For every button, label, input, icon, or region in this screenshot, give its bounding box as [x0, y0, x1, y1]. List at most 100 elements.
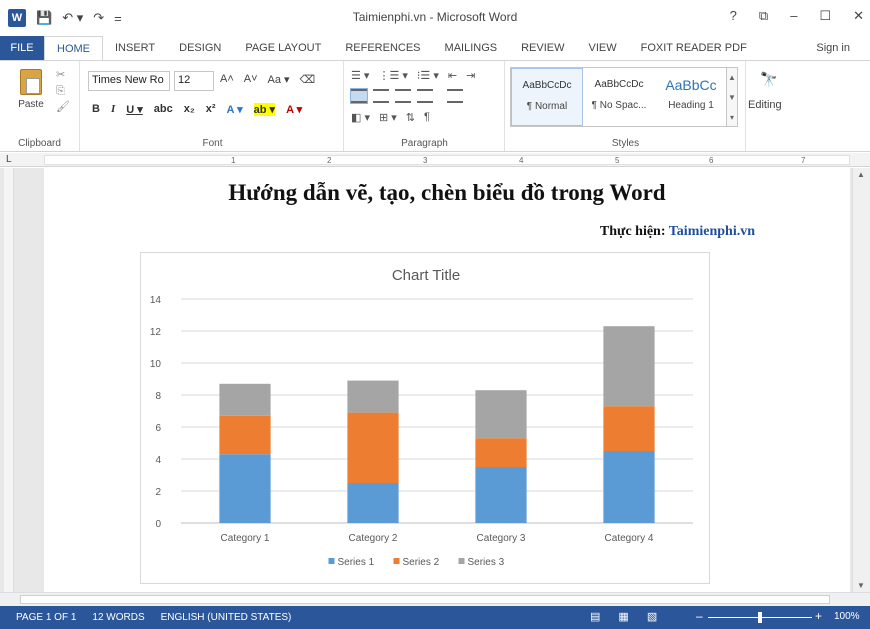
stacked-column-chart[interactable]: Chart Title 0 2 4 6 8 10 12 14 Category 1 Category…	[140, 252, 710, 584]
numbering-button[interactable]: ⋮☰ ▾	[378, 69, 407, 82]
zoom-slider-knob[interactable]	[758, 612, 762, 623]
font-size-select[interactable]: 12	[174, 71, 214, 91]
tab-mailings[interactable]: MAILINGS	[433, 36, 510, 60]
decrease-indent-icon[interactable]: ⇤	[448, 69, 457, 82]
multilevel-list-button[interactable]: ⁝☰ ▾	[417, 69, 439, 82]
horizontal-scrollbar[interactable]	[0, 592, 870, 606]
copy-icon[interactable]: ⎘	[56, 83, 70, 99]
vertical-ruler[interactable]	[4, 168, 14, 592]
tab-file[interactable]: FILE	[0, 36, 44, 60]
ribbon-display-icon[interactable]: ⧉	[759, 8, 768, 24]
bar-segment	[475, 438, 527, 467]
align-left-icon[interactable]	[350, 88, 368, 104]
minimize-icon[interactable]: –	[790, 8, 797, 24]
editing-button[interactable]: Editing	[748, 99, 782, 111]
underline-button[interactable]: U ▾	[126, 103, 143, 116]
quick-access-toolbar: W 💾 ↶ ▾ ↷ =	[0, 0, 122, 36]
line-spacing-icon[interactable]	[447, 89, 463, 103]
zoom-out-button[interactable]: –	[696, 609, 703, 623]
paragraph-group: ☰ ▾ ⋮☰ ▾ ⁝☰ ▾ ⇤ ⇥ ◧ ▾ ⊞ ▾ ⇅ ¶ Paragraph	[345, 61, 505, 151]
y-tick-label: 12	[150, 327, 162, 338]
styles-scroll-icon[interactable]: ▲ ▼ ▾	[726, 67, 738, 127]
save-icon[interactable]: 💾	[36, 10, 52, 26]
maximize-icon[interactable]: ☐	[819, 8, 831, 24]
horizontal-ruler[interactable]: L 1 2 3 4 5 6 7	[0, 153, 870, 167]
justify-icon[interactable]	[417, 89, 433, 103]
tab-design[interactable]: DESIGN	[167, 36, 233, 60]
x-tick-label: Category 2	[349, 533, 398, 544]
tab-page-layout[interactable]: PAGE LAYOUT	[233, 36, 333, 60]
sort-icon[interactable]: ⇅	[406, 111, 415, 124]
cut-icon[interactable]: ✂	[56, 67, 70, 83]
borders-button[interactable]: ⊞ ▾	[379, 111, 397, 124]
text-effects-button[interactable]: A ▾	[227, 103, 243, 116]
font-name-select[interactable]: Times New Ro	[88, 71, 170, 91]
show-formatting-icon[interactable]: ¶	[424, 111, 430, 124]
horizontal-scroll-thumb[interactable]	[20, 595, 830, 604]
align-center-icon[interactable]	[373, 89, 389, 103]
format-painter-icon[interactable]: 🖌	[56, 99, 70, 115]
ruler-number: 5	[615, 156, 620, 165]
vertical-scrollbar[interactable]: ▲ ▼	[852, 168, 870, 592]
font-color-button[interactable]: A ▾	[286, 103, 302, 116]
zoom-in-button[interactable]: +	[815, 609, 822, 623]
superscript-button[interactable]: x²	[206, 103, 216, 116]
change-case-button[interactable]: Aa ▾	[268, 73, 290, 86]
document-page[interactable]: Hướng dẫn vẽ, tạo, chèn biểu đồ trong Wo…	[44, 168, 850, 592]
style-no-spacing[interactable]: AaBbCcDc ¶ No Spac...	[583, 68, 655, 126]
increase-indent-icon[interactable]: ⇥	[466, 69, 475, 82]
close-icon[interactable]: ✕	[853, 8, 864, 24]
word-logo-icon[interactable]: W	[8, 9, 26, 27]
view-buttons: ▤ ▦ ▧	[590, 610, 657, 623]
customize-qat-icon[interactable]: =	[114, 11, 122, 26]
tab-home[interactable]: HOME	[44, 36, 103, 60]
sign-in-link[interactable]: Sign in	[816, 36, 870, 60]
clear-formatting-icon[interactable]: ⌫	[300, 73, 316, 86]
tab-view[interactable]: VIEW	[577, 36, 629, 60]
paragraph-row-3: ◧ ▾ ⊞ ▾ ⇅ ¶	[351, 111, 430, 124]
strikethrough-button[interactable]: abc	[154, 103, 173, 116]
italic-button[interactable]: I	[111, 103, 115, 116]
shrink-font-icon[interactable]: A˅	[244, 73, 258, 86]
redo-icon[interactable]: ↷	[93, 10, 104, 26]
tab-references[interactable]: REFERENCES	[333, 36, 432, 60]
font-group-label: Font	[202, 138, 223, 149]
style-heading-1[interactable]: AaBbCc Heading 1	[655, 68, 727, 126]
binoculars-icon[interactable]: 🔭	[760, 71, 777, 88]
subscript-button[interactable]: x₂	[184, 103, 195, 116]
paste-button[interactable]: Paste	[14, 69, 48, 110]
tab-foxit-reader-pdf[interactable]: FOXIT READER PDF	[629, 36, 759, 60]
tab-review[interactable]: REVIEW	[509, 36, 576, 60]
page-count[interactable]: PAGE 1 OF 1	[0, 612, 76, 623]
font-row-2: B I U ▾ abc x₂ x² A ▾ ab ▾ A ▾	[92, 103, 302, 116]
highlight-color-button[interactable]: ab ▾	[253, 103, 276, 116]
style-normal[interactable]: AaBbCcDc ¶ Normal	[511, 68, 583, 126]
align-right-icon[interactable]	[395, 89, 411, 103]
scroll-down-icon[interactable]: ▼	[857, 581, 865, 590]
legend-swatch	[393, 558, 400, 564]
bold-button[interactable]: B	[92, 103, 100, 116]
clipboard-group-label: Clipboard	[18, 138, 61, 149]
bullets-button[interactable]: ☰ ▾	[351, 69, 369, 82]
document-heading: Hướng dẫn vẽ, tạo, chèn biểu đồ trong Wo…	[228, 180, 666, 205]
scroll-up-icon[interactable]: ▲	[857, 170, 865, 179]
web-layout-icon[interactable]: ▧	[647, 610, 657, 623]
bar-segment	[347, 412, 399, 483]
chart-svg: Chart Title 0 2 4 6 8 10 12 14 Category 1 Category…	[150, 267, 693, 568]
tab-insert[interactable]: INSERT	[103, 36, 167, 60]
zoom-level[interactable]: 100%	[834, 611, 860, 622]
document-area: Hướng dẫn vẽ, tạo, chèn biểu đồ trong Wo…	[0, 168, 852, 592]
word-count[interactable]: 12 WORDS	[76, 612, 144, 623]
ruler-track[interactable]: 1 2 3 4 5 6 7	[44, 155, 850, 165]
read-mode-icon[interactable]: ▤	[590, 610, 600, 623]
shading-button[interactable]: ◧ ▾	[351, 111, 370, 124]
help-icon[interactable]: ?	[730, 8, 737, 24]
print-layout-icon[interactable]: ▦	[618, 610, 628, 623]
language-indicator[interactable]: ENGLISH (UNITED STATES)	[145, 612, 292, 623]
ruler-number: 7	[801, 156, 806, 165]
bar-segment	[347, 380, 399, 413]
undo-icon[interactable]: ↶ ▾	[62, 10, 83, 26]
ruler-number: 1	[231, 156, 236, 165]
grow-font-icon[interactable]: A˄	[220, 73, 234, 86]
tab-selector-icon[interactable]: L	[6, 154, 12, 165]
